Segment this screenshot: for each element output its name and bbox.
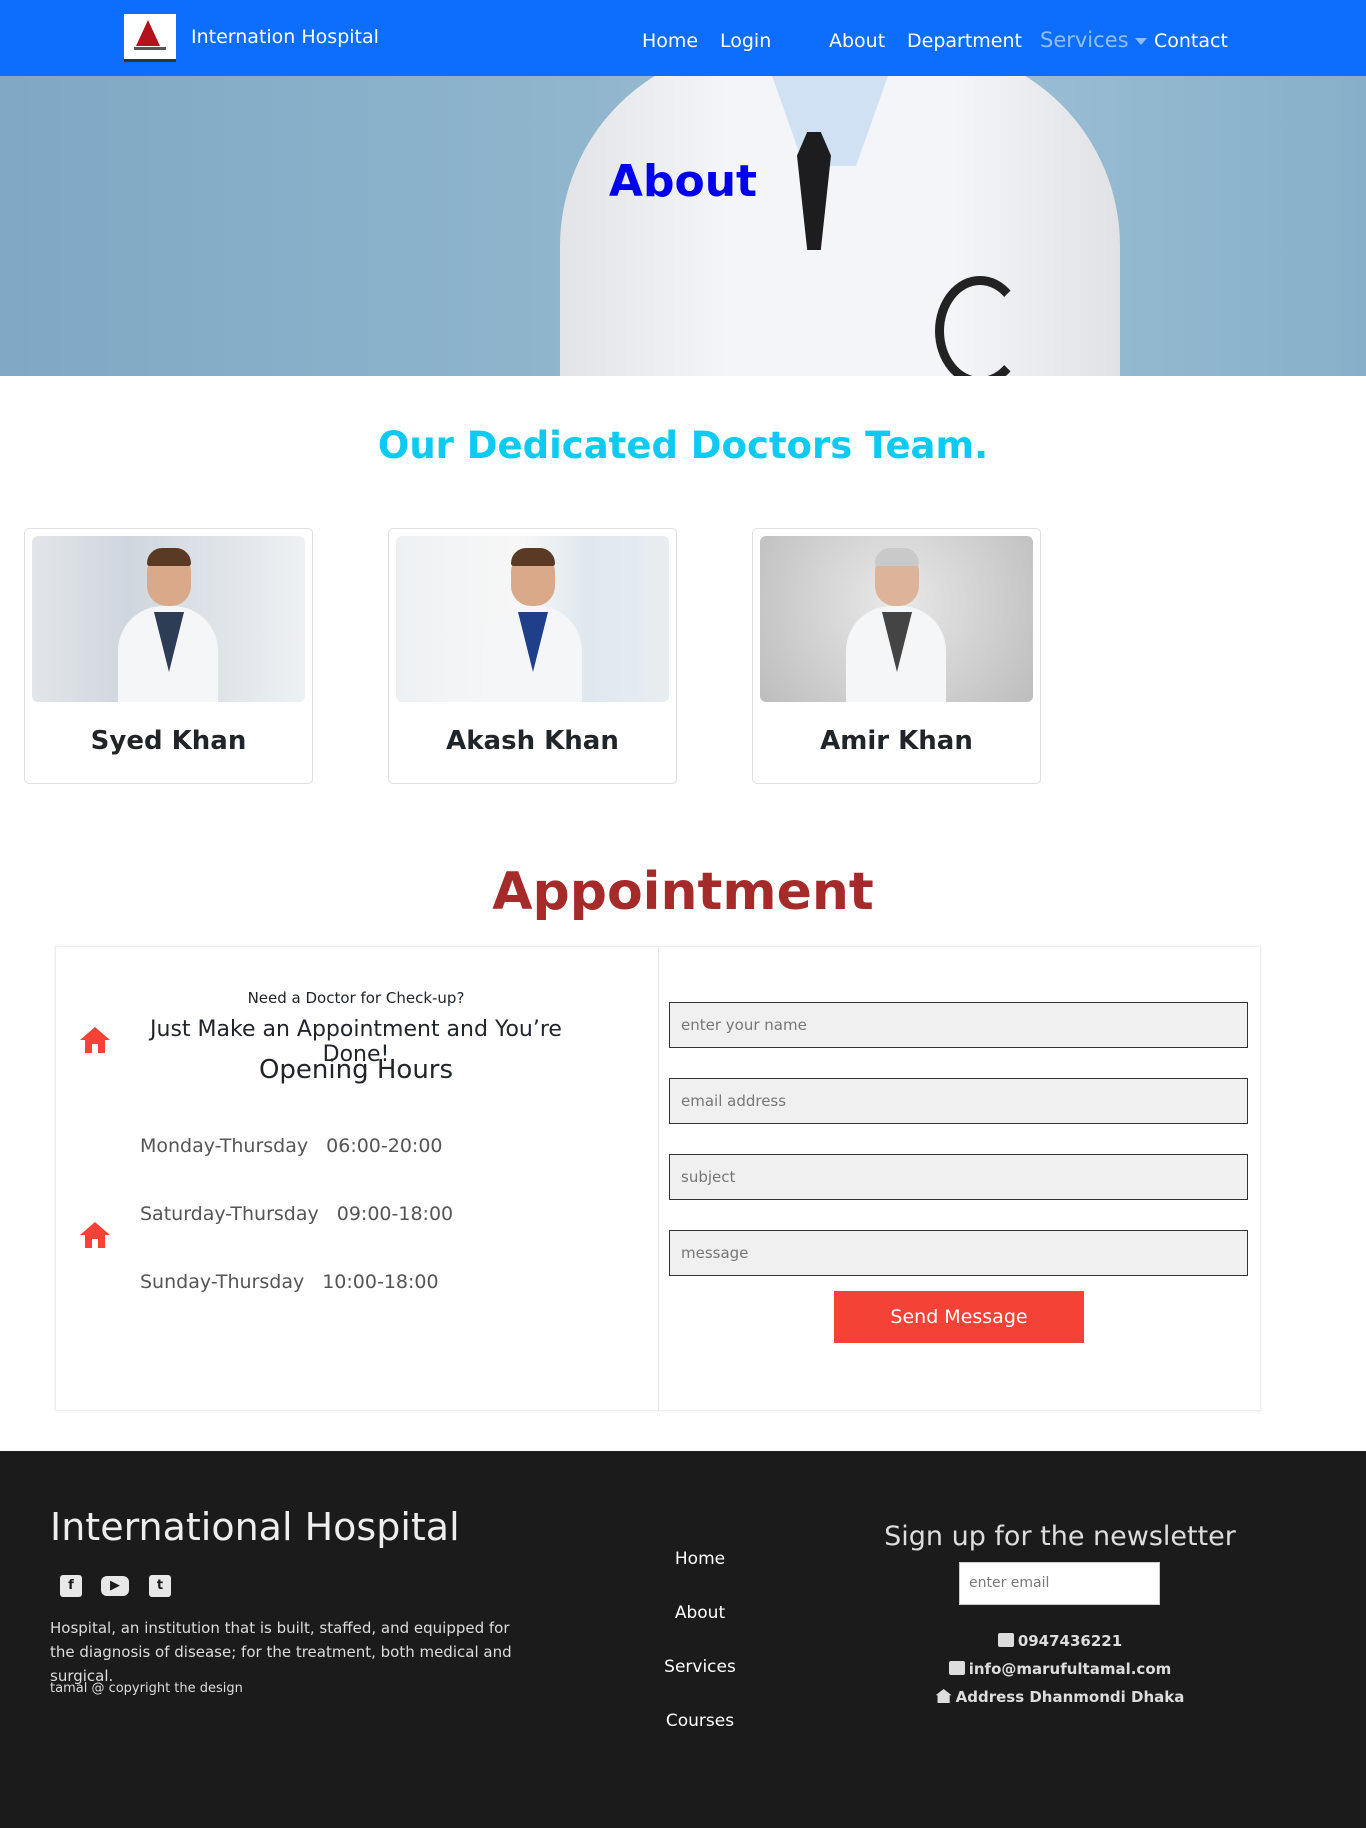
footer-link-home[interactable]: Home	[640, 1549, 760, 1569]
newsletter-email-input[interactable]: enter email	[959, 1562, 1160, 1605]
hours-row: Monday-Thursday 06:00-20:00	[140, 1135, 443, 1157]
logo-bar	[134, 47, 166, 50]
team-heading: Our Dedicated Doctors Team.	[377, 424, 989, 467]
doctor-card[interactable]: Amir Khan	[752, 528, 1041, 784]
copyright-text: tamal @ copyright the design	[50, 1681, 243, 1696]
footer-link-about[interactable]: About	[640, 1603, 760, 1623]
navbar: Internation Hospital Home Login About De…	[0, 0, 1366, 76]
hours-time: 10:00-18:00	[322, 1271, 439, 1293]
facebook-icon[interactable]: f	[60, 1575, 82, 1597]
name-field[interactable]: enter your name	[669, 1002, 1248, 1048]
address-text: Address Dhanmondi Dhaka	[955, 1688, 1185, 1706]
send-message-button[interactable]: Send Message	[834, 1291, 1084, 1343]
hours-days: Sunday-Thursday	[140, 1271, 305, 1293]
hours-time: 06:00-20:00	[326, 1135, 443, 1157]
opening-hours-title: Opening Hours	[258, 1055, 454, 1085]
appointment-panel: Need a Doctor for Check-up? Just Make an…	[55, 946, 1261, 1411]
hours-time: 09:00-18:00	[336, 1203, 454, 1225]
panel-divider	[658, 947, 659, 1410]
need-doctor-text: Need a Doctor for Check-up?	[247, 989, 465, 1007]
hours-row: Sunday-Thursday 10:00-18:00	[140, 1271, 439, 1293]
page-title: About	[608, 156, 758, 207]
nav-about[interactable]: About	[829, 30, 885, 52]
email-field[interactable]: email address	[669, 1078, 1248, 1124]
stethoscope-icon	[935, 276, 1025, 376]
doctor-card[interactable]: Akash Khan	[388, 528, 677, 784]
hospital-logo[interactable]	[124, 14, 176, 62]
footer-title: International Hospital	[50, 1505, 460, 1549]
doctor-card[interactable]: Syed Khan	[24, 528, 313, 784]
footer-link-courses[interactable]: Courses	[640, 1711, 760, 1731]
envelope-icon	[948, 1661, 965, 1675]
doctor-name: Akash Khan	[446, 726, 619, 756]
logo-mark	[136, 20, 160, 46]
subject-field[interactable]: subject	[669, 1154, 1248, 1200]
chevron-down-icon	[1134, 37, 1147, 45]
phone-icon	[997, 1633, 1014, 1647]
footer-link-services[interactable]: Services	[640, 1657, 760, 1677]
doctor-name: Syed Khan	[90, 726, 247, 756]
doctor-photo	[760, 536, 1033, 702]
appointment-heading: Appointment	[492, 862, 874, 922]
hours-days: Saturday-Thursday	[140, 1203, 319, 1225]
email-address: info@marufultamal.com	[968, 1660, 1172, 1678]
home-icon	[80, 1027, 110, 1053]
nav-login[interactable]: Login	[720, 30, 771, 52]
brand-name[interactable]: Internation Hospital	[191, 26, 379, 48]
phone-number: 0947436221	[1017, 1632, 1123, 1650]
doctor-name: Amir Khan	[820, 726, 973, 756]
newsletter-title: Sign up for the newsletter	[884, 1521, 1236, 1552]
footer: International Hospital f ▶ t Hospital, a…	[0, 1451, 1366, 1828]
contact-phone: 0947436221	[860, 1632, 1260, 1650]
nav-home[interactable]: Home	[642, 30, 698, 52]
doctor-photo	[32, 536, 305, 702]
nav-contact[interactable]: Contact	[1154, 30, 1228, 52]
nav-services-label: Services	[1040, 28, 1129, 52]
message-field[interactable]: message	[669, 1230, 1248, 1276]
nav-services-dropdown[interactable]: Services	[1040, 28, 1147, 52]
nav-department[interactable]: Department	[907, 30, 1022, 52]
hours-row: Saturday-Thursday 09:00-18:00	[140, 1203, 453, 1225]
contact-address: Address Dhanmondi Dhaka	[860, 1688, 1260, 1706]
home-icon	[935, 1689, 952, 1703]
twitter-icon[interactable]: t	[149, 1575, 171, 1597]
contact-email: info@marufultamal.com	[860, 1660, 1260, 1678]
home-icon	[80, 1222, 110, 1248]
youtube-icon[interactable]: ▶	[101, 1576, 129, 1596]
doctor-photo	[396, 536, 669, 702]
hours-days: Monday-Thursday	[140, 1135, 309, 1157]
footer-description: Hospital, an institution that is built, …	[50, 1619, 512, 1685]
hero-banner: About	[0, 76, 1366, 376]
